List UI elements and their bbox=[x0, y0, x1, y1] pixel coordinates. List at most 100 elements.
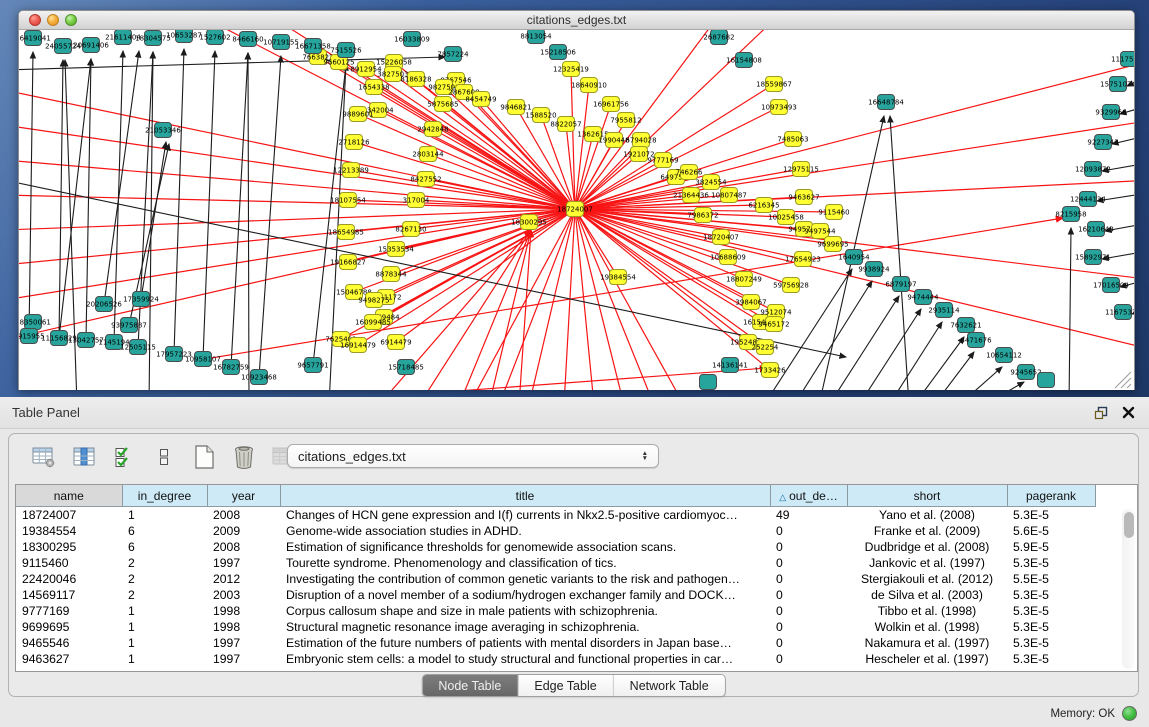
graph-node[interactable]: 7632621 bbox=[950, 318, 981, 333]
graph-node[interactable]: 2803144 bbox=[412, 147, 444, 162]
graph-node[interactable]: 2935114 bbox=[928, 303, 960, 318]
graph-edge[interactable] bbox=[259, 56, 281, 377]
graph-edge[interactable] bbox=[914, 337, 964, 390]
table-row[interactable]: 977716911998Corpus callosum shape and si… bbox=[16, 603, 1095, 619]
graph-edge[interactable] bbox=[248, 53, 249, 390]
tab-network-table[interactable]: Network Table bbox=[613, 675, 725, 696]
graph-edge[interactable] bbox=[59, 59, 91, 338]
table-cell[interactable]: Changes of HCN gene expression and I(f) … bbox=[280, 507, 770, 524]
table-cell[interactable]: Hescheler et al. (1997) bbox=[847, 651, 1007, 667]
graph-node[interactable]: 11175379 bbox=[1111, 52, 1134, 67]
graph-edge[interactable] bbox=[575, 209, 618, 277]
column-header-out-degree[interactable]: △out_de… bbox=[770, 485, 847, 507]
graph-node[interactable]: 16961756 bbox=[593, 97, 629, 112]
table-cell[interactable]: Structural magnetic resonance image aver… bbox=[280, 619, 770, 635]
graph-node[interactable]: 93975887 bbox=[111, 318, 147, 333]
graph-node[interactable]: 9245652 bbox=[1010, 365, 1041, 380]
table-cell[interactable]: 9777169 bbox=[16, 603, 122, 619]
table-cell[interactable]: Nakamura et al. (1997) bbox=[847, 635, 1007, 651]
table-cell[interactable]: 18300295 bbox=[16, 539, 122, 555]
table-cell[interactable]: Dudbridge et al. (2008) bbox=[847, 539, 1007, 555]
table-row[interactable]: 969969511998Structural magnetic resonanc… bbox=[16, 619, 1095, 635]
table-cell[interactable]: 1 bbox=[122, 507, 207, 524]
table-row[interactable]: 946362711997Embryonic stem cells: a mode… bbox=[16, 651, 1095, 667]
table-cell[interactable]: 0 bbox=[770, 635, 847, 651]
graph-node[interactable]: 16210643 bbox=[1078, 222, 1114, 237]
graph-edge[interactable] bbox=[174, 49, 184, 354]
graph-node[interactable]: 16154808 bbox=[726, 53, 762, 68]
table-selector-dropdown[interactable]: citations_edges.txt ▲▼ bbox=[287, 444, 659, 468]
table-cell[interactable]: 19384554 bbox=[16, 523, 122, 539]
graph-node[interactable]: 2687682 bbox=[703, 30, 734, 45]
graph-edge[interactable] bbox=[313, 64, 346, 365]
graph-node[interactable]: 12325419 bbox=[553, 62, 589, 77]
graph-edge[interactable] bbox=[19, 180, 846, 357]
graph-node[interactable]: 18559867 bbox=[756, 77, 792, 92]
table-cell[interactable]: Estimation of significance thresholds fo… bbox=[280, 539, 770, 555]
graph-node[interactable]: 9474444 bbox=[907, 290, 939, 305]
graph-node[interactable]: 2718126 bbox=[338, 135, 370, 150]
graph-node[interactable]: 10973493 bbox=[761, 100, 797, 115]
new-table-icon[interactable] bbox=[191, 444, 217, 470]
graph-edge[interactable] bbox=[829, 296, 899, 390]
column-header-in-degree[interactable]: in_degree bbox=[122, 485, 207, 507]
table-cell[interactable]: Estimation of the future numbers of pati… bbox=[280, 635, 770, 651]
table-cell[interactable]: 1998 bbox=[207, 603, 280, 619]
graph-node[interactable]: 10719155 bbox=[263, 35, 299, 50]
minimize-window-button[interactable] bbox=[47, 14, 59, 26]
graph-node[interactable]: 10653287 bbox=[166, 30, 202, 43]
table-row[interactable]: 911546021997Tourette syndrome. Phenomeno… bbox=[16, 555, 1095, 571]
table-cell[interactable]: Investigating the contribution of common… bbox=[280, 571, 770, 587]
graph-node[interactable]: 8427552 bbox=[410, 172, 441, 187]
graph-node[interactable]: 8878344 bbox=[375, 267, 407, 282]
graph-edge[interactable] bbox=[575, 209, 654, 390]
close-window-button[interactable] bbox=[29, 14, 41, 26]
table-cell[interactable]: 1997 bbox=[207, 635, 280, 651]
table-cell[interactable]: 0 bbox=[770, 555, 847, 571]
close-panel-icon[interactable] bbox=[1122, 406, 1135, 419]
graph-node[interactable]: 9115460 bbox=[818, 205, 849, 220]
graph-node[interactable]: 7857224 bbox=[437, 47, 469, 62]
float-panel-icon[interactable] bbox=[1094, 406, 1108, 420]
graph-edge[interactable] bbox=[859, 309, 921, 390]
graph-node[interactable]: 15892971 bbox=[1075, 250, 1111, 265]
table-cell[interactable]: Yano et al. (2008) bbox=[847, 507, 1007, 524]
graph-node[interactable]: 18350061 bbox=[19, 315, 51, 330]
table-cell[interactable]: 0 bbox=[770, 619, 847, 635]
graph-node[interactable]: 9329966 bbox=[1095, 105, 1127, 120]
graph-node[interactable]: 16648784 bbox=[868, 95, 904, 110]
graph-node[interactable]: 1640954 bbox=[838, 250, 870, 265]
delete-trash-icon[interactable] bbox=[231, 444, 257, 470]
table-cell[interactable]: 2 bbox=[122, 571, 207, 587]
graph-node[interactable]: 18107554 bbox=[330, 193, 366, 208]
graph-edge[interactable] bbox=[984, 382, 1024, 390]
table-cell[interactable]: 5.3E-5 bbox=[1007, 555, 1095, 571]
table-cell[interactable]: 0 bbox=[770, 651, 847, 667]
table-cell[interactable]: 14569117 bbox=[16, 587, 122, 603]
table-cell[interactable]: Embryonic stem cells: a model to study s… bbox=[280, 651, 770, 667]
row-toggle-icon[interactable] bbox=[151, 444, 177, 470]
tab-edge-table[interactable]: Edge Table bbox=[517, 675, 612, 696]
table-cell[interactable]: 5.3E-5 bbox=[1007, 635, 1095, 651]
table-cell[interactable]: de Silva et al. (2003) bbox=[847, 587, 1007, 603]
graph-edge[interactable] bbox=[19, 90, 575, 209]
graph-node[interactable]: 15751074 bbox=[1100, 77, 1134, 92]
table-cell[interactable]: 5.3E-5 bbox=[1007, 619, 1095, 635]
graph-edge[interactable] bbox=[29, 52, 33, 336]
table-cell[interactable]: Genome-wide association studies in ADHD. bbox=[280, 523, 770, 539]
graph-node[interactable]: 8471676 bbox=[960, 333, 992, 348]
table-cell[interactable]: 49 bbox=[770, 507, 847, 524]
graph-edge[interactable] bbox=[86, 59, 91, 340]
graph-node[interactable]: 21053346 bbox=[145, 123, 181, 138]
table-cell[interactable]: Tibbo et al. (1998) bbox=[847, 603, 1007, 619]
graph-node[interactable]: 16033809 bbox=[394, 32, 430, 47]
graph-node[interactable]: 8466160 bbox=[232, 32, 263, 47]
graph-node[interactable]: 1527602 bbox=[199, 30, 230, 45]
table-cell[interactable]: 5.3E-5 bbox=[1007, 507, 1095, 524]
graph-node[interactable]: 59756928 bbox=[773, 278, 809, 293]
table-cell[interactable]: 9465546 bbox=[16, 635, 122, 651]
table-row[interactable]: 1938455462009Genome-wide association stu… bbox=[16, 523, 1095, 539]
table-cell[interactable]: 2003 bbox=[207, 587, 280, 603]
network-view-window[interactable]: citations_edges.txt 18724007183002951938… bbox=[18, 10, 1135, 390]
graph-node[interactable]: 20206526 bbox=[86, 297, 122, 312]
